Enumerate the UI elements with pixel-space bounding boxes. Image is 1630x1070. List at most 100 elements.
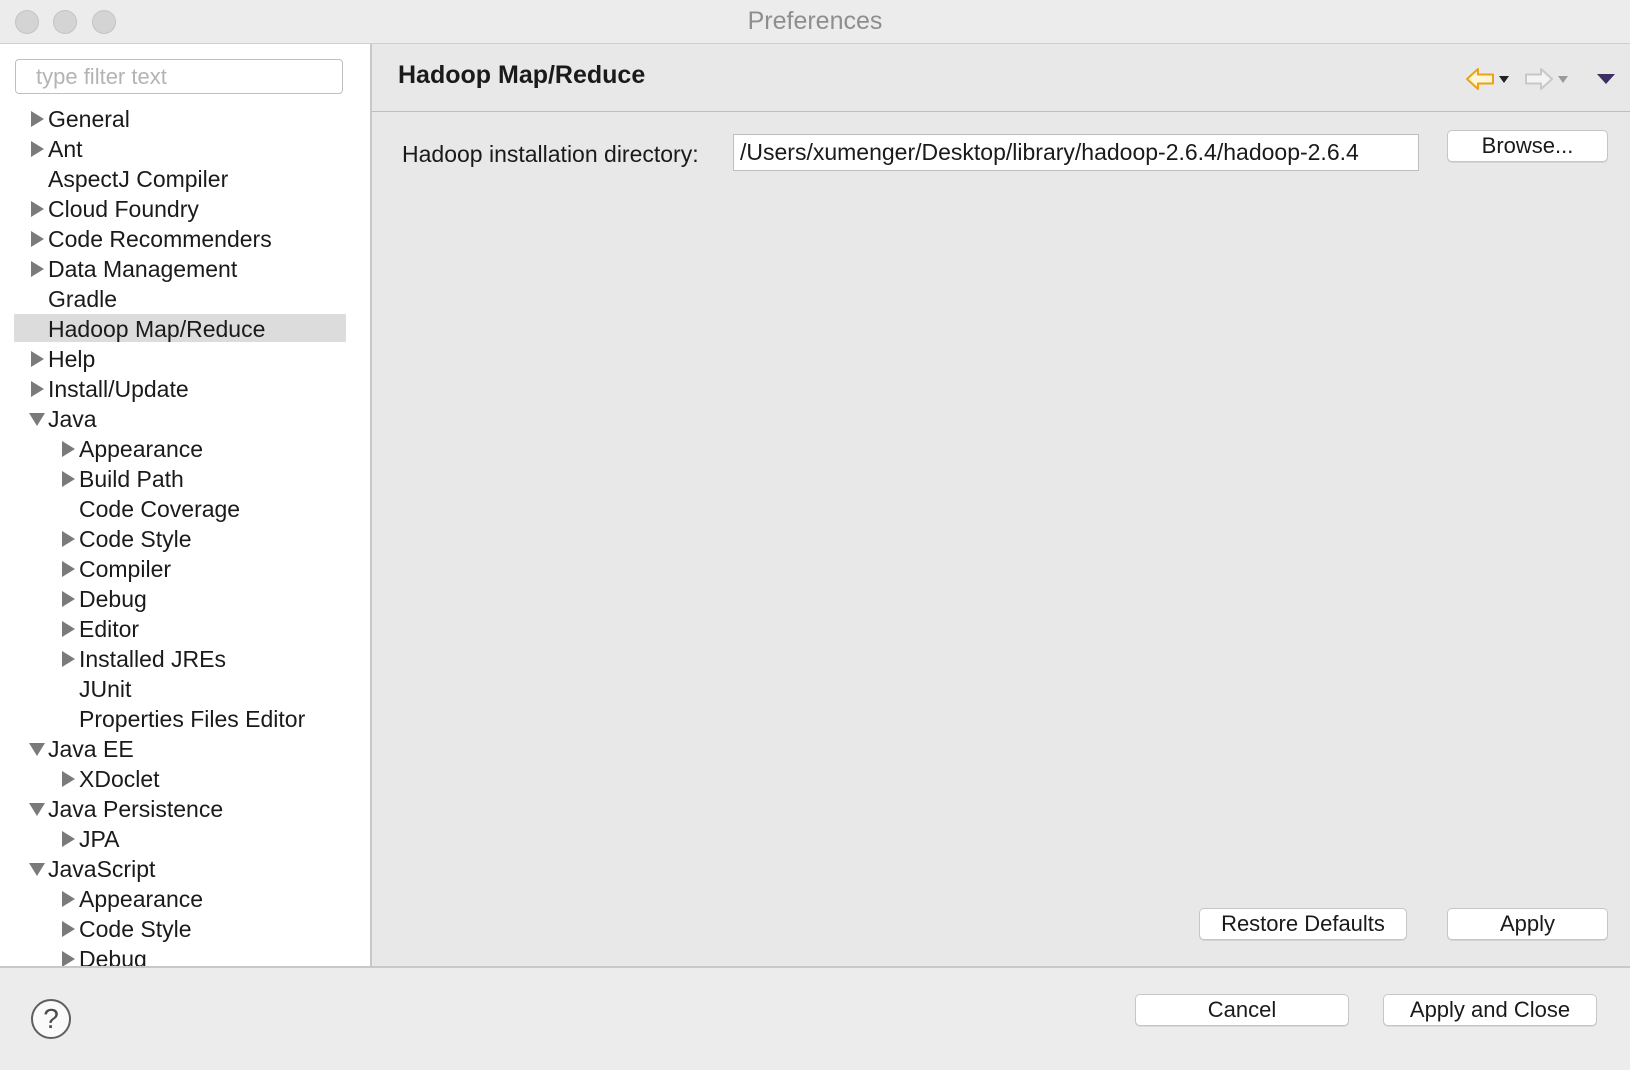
cancel-button[interactable]: Cancel — [1135, 994, 1349, 1026]
tree-item-label: Compiler — [79, 556, 172, 582]
tree-item[interactable]: Build Path — [0, 464, 370, 494]
collapsed-twisty-icon[interactable] — [27, 344, 47, 374]
triangle-right-icon — [30, 351, 44, 367]
collapsed-twisty-icon[interactable] — [58, 524, 78, 554]
triangle-right-icon — [61, 591, 75, 607]
tree-item[interactable]: Cloud Foundry — [0, 194, 370, 224]
triangle-right-icon — [61, 531, 75, 547]
collapsed-twisty-icon[interactable] — [58, 914, 78, 944]
preference-page: Hadoop Map/Reduce Hadoop installation di… — [372, 44, 1630, 966]
browse-button[interactable]: Browse... — [1447, 130, 1608, 162]
collapsed-twisty-icon[interactable] — [58, 464, 78, 494]
tree-item[interactable]: Compiler — [0, 554, 370, 584]
tree-item[interactable]: Hadoop Map/Reduce — [0, 314, 370, 344]
tree-item[interactable]: Java — [0, 404, 370, 434]
tree-item[interactable]: Debug — [0, 584, 370, 614]
preferences-tree-pane: General Ant AspectJ Compiler Cloud Foundry C… — [0, 44, 372, 966]
tree-item[interactable]: XDoclet — [0, 764, 370, 794]
view-menu-button[interactable] — [1596, 64, 1616, 94]
collapsed-twisty-icon[interactable] — [58, 824, 78, 854]
collapsed-twisty-icon[interactable] — [27, 104, 47, 134]
triangle-right-icon — [30, 201, 44, 217]
tree-item-label: Install/Update — [48, 376, 189, 402]
help-icon[interactable]: ? — [31, 999, 71, 1039]
tree-item[interactable]: Code Style — [0, 914, 370, 944]
tree-item[interactable]: JUnit — [0, 674, 370, 704]
hadoop-dir-label: Hadoop installation directory: — [402, 141, 699, 167]
apply-button[interactable]: Apply — [1447, 908, 1608, 940]
triangle-right-icon — [61, 831, 75, 847]
tree-item[interactable]: Ant — [0, 134, 370, 164]
forward-button[interactable] — [1524, 64, 1568, 94]
tree-item[interactable]: Properties Files Editor — [0, 704, 370, 734]
triangle-down-icon — [29, 412, 45, 426]
triangle-right-icon — [30, 261, 44, 277]
tree-item-label: Code Style — [79, 916, 192, 942]
triangle-right-icon — [30, 231, 44, 247]
expanded-twisty-icon[interactable] — [27, 404, 47, 434]
tree-item[interactable]: General — [0, 104, 370, 134]
collapsed-twisty-icon[interactable] — [58, 644, 78, 674]
tree-item[interactable]: JavaScript — [0, 854, 370, 884]
tree-item-label: XDoclet — [79, 766, 160, 792]
collapsed-twisty-icon[interactable] — [58, 614, 78, 644]
apply-and-close-button[interactable]: Apply and Close — [1383, 994, 1597, 1026]
tree-item[interactable]: Gradle — [0, 284, 370, 314]
collapsed-twisty-icon[interactable] — [58, 884, 78, 914]
collapsed-twisty-icon[interactable] — [27, 224, 47, 254]
expanded-twisty-icon[interactable] — [27, 854, 47, 884]
collapsed-twisty-icon[interactable] — [27, 254, 47, 284]
title-bar: Preferences — [0, 0, 1630, 44]
tree-item[interactable]: Data Management — [0, 254, 370, 284]
back-button[interactable] — [1465, 64, 1509, 94]
tree-item[interactable]: Java EE — [0, 734, 370, 764]
tree-item-label: Java Persistence — [48, 796, 224, 822]
tree-item[interactable]: Help — [0, 344, 370, 374]
expanded-twisty-icon[interactable] — [27, 794, 47, 824]
tree-item-label: Gradle — [48, 286, 118, 312]
tree-item-label: Appearance — [79, 886, 204, 912]
collapsed-twisty-icon[interactable] — [27, 194, 47, 224]
tree-item-label: Code Coverage — [79, 496, 241, 522]
collapsed-twisty-icon[interactable] — [58, 944, 78, 966]
tree-item[interactable]: Code Style — [0, 524, 370, 554]
tree-item[interactable]: Code Coverage — [0, 494, 370, 524]
tree-item[interactable]: Install/Update — [0, 374, 370, 404]
filter-input[interactable] — [15, 59, 343, 94]
tree-item[interactable]: Appearance — [0, 884, 370, 914]
tree-item[interactable]: Appearance — [0, 434, 370, 464]
tree-item-label: Help — [48, 346, 96, 372]
expanded-twisty-icon[interactable] — [27, 734, 47, 764]
tree-item-label: JPA — [79, 826, 120, 852]
tree-item[interactable]: AspectJ Compiler — [0, 164, 370, 194]
tree-item-label: Appearance — [79, 436, 204, 462]
restore-defaults-button[interactable]: Restore Defaults — [1199, 908, 1407, 940]
view-menu-icon — [1597, 74, 1615, 84]
tree-item[interactable]: JPA — [0, 824, 370, 854]
tree-item[interactable]: Editor — [0, 614, 370, 644]
triangle-right-icon — [30, 141, 44, 157]
tree-item[interactable]: Installed JREs — [0, 644, 370, 674]
tree-item-label: Properties Files Editor — [79, 706, 306, 732]
collapsed-twisty-icon[interactable] — [58, 584, 78, 614]
collapsed-twisty-icon[interactable] — [58, 764, 78, 794]
tree-item-label: Hadoop Map/Reduce — [48, 316, 266, 342]
tree-item[interactable]: Java Persistence — [0, 794, 370, 824]
triangle-right-icon — [61, 621, 75, 637]
tree-item-label: Ant — [48, 136, 83, 162]
collapsed-twisty-icon[interactable] — [27, 374, 47, 404]
collapsed-twisty-icon[interactable] — [58, 434, 78, 464]
collapsed-twisty-icon[interactable] — [27, 134, 47, 164]
back-arrow-icon — [1466, 68, 1494, 90]
tree-item-label: Installed JREs — [79, 646, 227, 672]
chevron-down-icon — [1558, 75, 1568, 83]
tree-item[interactable]: Debug — [0, 944, 370, 966]
triangle-down-icon — [29, 862, 45, 876]
tree-item[interactable]: Code Recommenders — [0, 224, 370, 254]
tree-item-label: Data Management — [48, 256, 238, 282]
hadoop-dir-input[interactable] — [733, 134, 1419, 171]
forward-arrow-icon — [1525, 68, 1553, 90]
tree-item-label: Code Style — [79, 526, 192, 552]
collapsed-twisty-icon[interactable] — [58, 554, 78, 584]
triangle-right-icon — [30, 111, 44, 127]
